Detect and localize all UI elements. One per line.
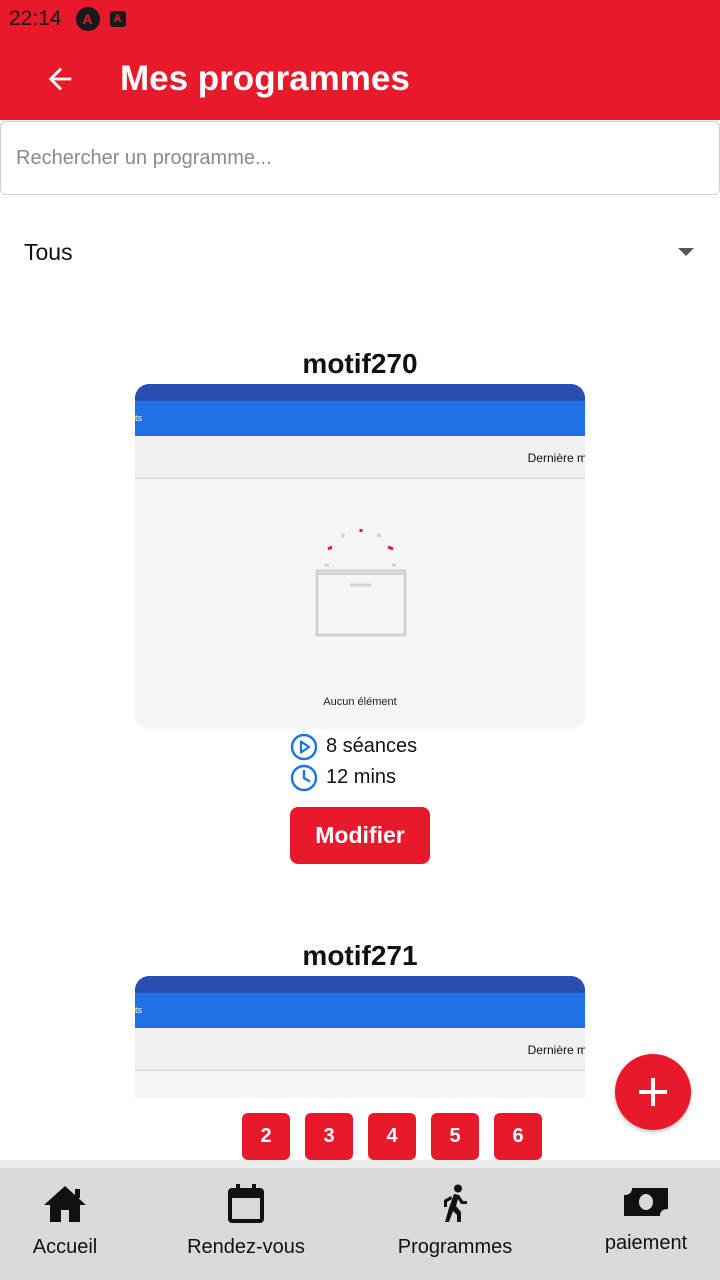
app-a-icon: A [75, 7, 100, 31]
nav-label: Accueil [32, 1236, 98, 1258]
program-list[interactable]: motif270 ts Dernière m Aucun élément 8 s… [0, 330, 720, 1170]
preview-empty-label: Aucun élément [323, 696, 397, 708]
page-button-5[interactable]: 5 [431, 1113, 479, 1160]
sessions-count: 8 séances [326, 735, 418, 757]
nav-label: Rendez-vous [187, 1236, 305, 1258]
empty-box-icon [315, 529, 407, 637]
page-button-3[interactable]: 3 [305, 1113, 353, 1160]
duration-value: 12 mins [326, 766, 397, 788]
modify-button[interactable]: Modifier [290, 807, 430, 864]
filter-dropdown[interactable]: Tous [0, 222, 720, 282]
page-button-4[interactable]: 4 [368, 1113, 416, 1160]
sessions-row: 8 séances [290, 731, 417, 762]
nav-item-paiement[interactable]: paiement [600, 1184, 692, 1255]
play-circle-icon [290, 733, 318, 760]
app-bar: Mes programmes [0, 38, 720, 120]
preview-subheader-text: Dernière m [527, 1043, 585, 1057]
program-preview[interactable]: ts Dernière m Aucun élément [135, 384, 585, 729]
preview-subheader: Dernière m [135, 436, 585, 479]
status-time: 22:14 [9, 7, 62, 30]
arrow-left-icon [48, 67, 72, 91]
filter-selected-value: Tous [24, 238, 73, 265]
app-a-square-icon: A [109, 11, 126, 27]
add-program-button[interactable] [615, 1054, 691, 1130]
plus-icon [639, 1078, 667, 1106]
calendar-icon [228, 1184, 264, 1223]
preview-subheader-text: Dernière m [527, 451, 585, 465]
preview-header: ts [135, 401, 585, 436]
preview-top-strip [135, 384, 585, 401]
program-card: motif271 ts Dernière m [0, 936, 720, 1098]
page-title: Mes programmes [120, 59, 410, 98]
duration-row: 12 mins [290, 762, 396, 793]
preview-header: ts [135, 993, 585, 1028]
status-bar: 22:14 A A [0, 0, 720, 38]
bottom-navigation: Accueil Rendez-vous Programmes paiement [0, 1160, 720, 1280]
program-title: motif270 [302, 348, 418, 379]
search-input[interactable] [1, 122, 719, 194]
program-card: motif270 ts Dernière m Aucun élément 8 s… [0, 344, 720, 864]
nav-item-programmes[interactable]: Programmes [394, 1184, 516, 1259]
nav-label: Programmes [397, 1236, 513, 1258]
program-preview[interactable]: ts Dernière m [135, 976, 585, 1098]
home-icon [44, 1186, 86, 1222]
page-button-2[interactable]: 2 [242, 1113, 290, 1160]
nav-label: paiement [604, 1232, 688, 1254]
preview-top-strip [135, 976, 585, 993]
cash-icon [624, 1188, 668, 1216]
clock-icon [290, 764, 318, 791]
page-button-6[interactable]: 6 [494, 1113, 542, 1160]
walking-icon [444, 1184, 467, 1222]
back-button[interactable] [30, 49, 90, 109]
program-meta: 8 séances 12 mins [0, 731, 720, 793]
nav-item-rendez-vous[interactable]: Rendez-vous [186, 1184, 306, 1259]
nav-item-accueil[interactable]: Accueil [27, 1184, 103, 1259]
caret-down-icon [678, 248, 694, 256]
program-title: motif271 [302, 940, 418, 971]
preview-header-text: ts [135, 1005, 143, 1015]
pagination: 2 3 4 5 6 [242, 1113, 542, 1160]
preview-header-text: ts [135, 413, 143, 423]
preview-subheader: Dernière m [135, 1028, 585, 1071]
search-box [0, 121, 720, 195]
